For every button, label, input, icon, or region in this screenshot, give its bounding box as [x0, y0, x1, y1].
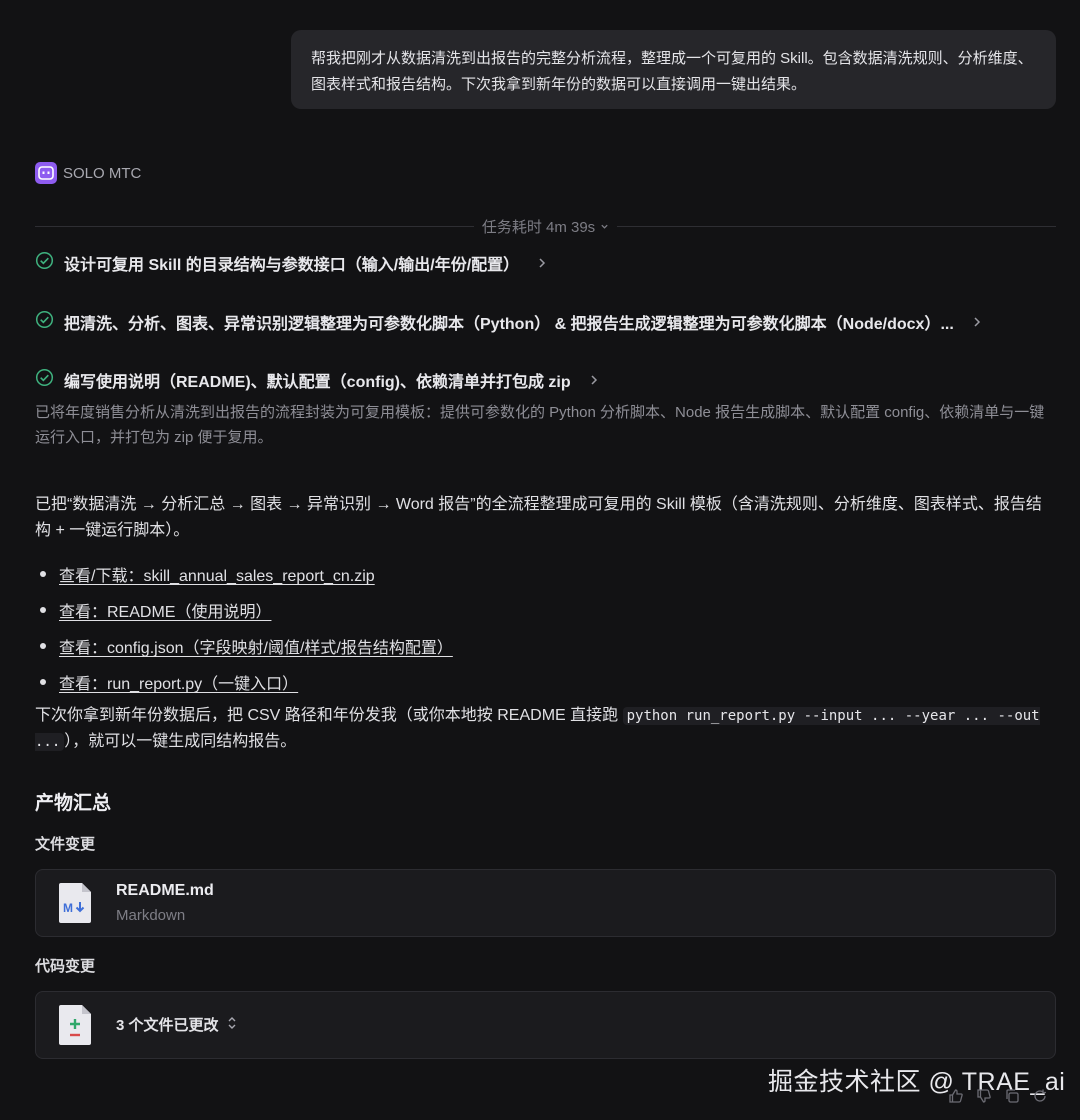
chevron-right-icon: [589, 374, 599, 386]
task-duration-text: 任务耗时 4m 39s: [481, 218, 596, 236]
task-label: 设计可复用 Skill 的目录结构与参数接口（输入/输出/年份/配置）: [64, 257, 520, 274]
file-card-readme[interactable]: M README.md Markdown: [35, 869, 1056, 937]
code-changes-toggle[interactable]: 3 个文件已更改: [116, 1014, 237, 1035]
code-changes-card[interactable]: 3 个文件已更改: [35, 991, 1056, 1059]
check-circle-icon: [35, 368, 54, 392]
robot-icon: [35, 162, 57, 184]
markdown-file-icon: M: [58, 882, 92, 929]
copy-icon[interactable]: [1004, 1088, 1020, 1109]
bullet: [40, 643, 46, 649]
bullet: [40, 571, 46, 577]
bullet: [40, 607, 46, 613]
user-message-text: 帮我把刚才从数据清洗到出报告的完整分析流程，整理成一个可复用的 Skill。包含…: [311, 50, 1033, 93]
list-item: 查看/下载：skill_annual_sales_report_cn.zip: [35, 556, 1035, 592]
file-name: README.md: [116, 882, 214, 899]
task-duration-toggle[interactable]: 任务耗时 4m 39s: [474, 216, 617, 237]
task-item[interactable]: 设计可复用 Skill 的目录结构与参数接口（输入/输出/年份/配置）: [35, 250, 547, 276]
list-item: 查看：config.json（字段映射/阈值/样式/报告结构配置）: [35, 628, 1035, 664]
next-steps-prefix: 下次你拿到新年份数据后，把 CSV 路径和年份发我（或你本地按 README 直…: [35, 707, 623, 724]
task-summary: 已将年度销售分析从清洗到出报告的流程封装为可复用模板：提供可参数化的 Pytho…: [35, 404, 1045, 446]
chevron-right-icon: [537, 257, 547, 269]
artifacts-heading: 产物汇总: [35, 793, 112, 814]
chevron-right-icon: [972, 316, 982, 328]
next-steps-suffix: ），就可以一键生成同结构报告。: [64, 733, 297, 750]
divider-line: [35, 225, 474, 227]
code-changes-label: 代码变更: [35, 958, 96, 975]
thumbs-down-icon[interactable]: [976, 1088, 992, 1109]
link-readme[interactable]: 查看：README（使用说明）: [59, 598, 271, 622]
file-changes-label: 文件变更: [35, 836, 96, 853]
svg-text:M: M: [63, 901, 73, 915]
bullet: [40, 679, 46, 685]
user-message-bubble: 帮我把刚才从数据清洗到出报告的完整分析流程，整理成一个可复用的 Skill。包含…: [291, 30, 1056, 109]
artifact-link-list: 查看/下载：skill_annual_sales_report_cn.zip 查…: [35, 556, 1035, 700]
response-next-steps: 下次你拿到新年份数据后，把 CSV 路径和年份发我（或你本地按 README 直…: [35, 703, 1055, 755]
file-type: Markdown: [116, 907, 186, 924]
diff-file-icon: [58, 1004, 92, 1051]
chevron-down-icon: [600, 218, 609, 235]
link-config[interactable]: 查看：config.json（字段映射/阈值/样式/报告结构配置）: [59, 634, 453, 658]
link-download-zip[interactable]: 查看/下载：skill_annual_sales_report_cn.zip: [59, 562, 375, 586]
task-item[interactable]: 编写使用说明（README)、默认配置（config)、依赖清单并打包成 zip: [35, 367, 599, 393]
list-item: 查看：run_report.py（一键入口）: [35, 664, 1035, 700]
regenerate-icon[interactable]: [1032, 1088, 1048, 1109]
thumbs-up-icon[interactable]: [948, 1088, 964, 1109]
feedback-toolbar: [948, 1088, 1048, 1109]
response-intro: 已把“数据清洗 → 分析汇总 → 图表 → 异常识别 → Word 报告”的全流…: [35, 496, 1042, 539]
chevron-up-down-icon: [227, 1016, 237, 1034]
check-circle-icon: [35, 251, 54, 275]
task-item[interactable]: 把清洗、分析、图表、异常识别逻辑整理为可参数化脚本（Python） & 把报告生…: [35, 309, 982, 335]
list-item: 查看：README（使用说明）: [35, 592, 1035, 628]
agent-name: SOLO MTC: [63, 164, 142, 182]
task-label: 编写使用说明（README)、默认配置（config)、依赖清单并打包成 zip: [64, 374, 571, 391]
code-changes-summary: 3 个文件已更改: [116, 1017, 219, 1034]
task-label: 把清洗、分析、图表、异常识别逻辑整理为可参数化脚本（Python） & 把报告生…: [64, 316, 954, 333]
agent-header: SOLO MTC: [35, 161, 141, 185]
task-duration-divider: 任务耗时 4m 39s: [35, 214, 1057, 238]
check-circle-icon: [35, 310, 54, 334]
link-run-report[interactable]: 查看：run_report.py（一键入口）: [59, 670, 298, 694]
divider-line: [617, 225, 1057, 227]
